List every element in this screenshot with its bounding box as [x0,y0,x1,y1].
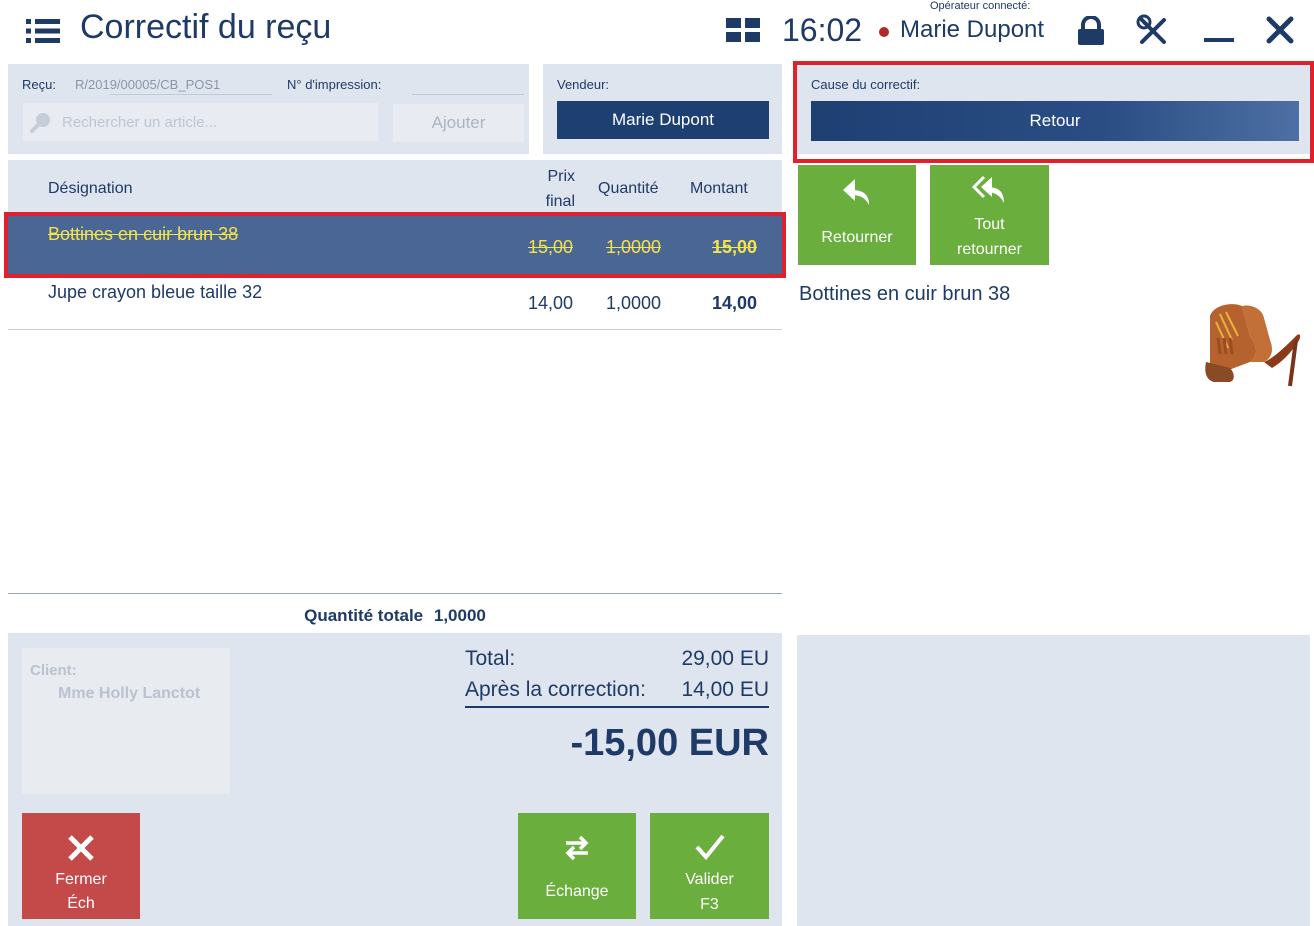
status-dot [879,27,889,37]
total-value: 29,00 EU [681,647,769,670]
after-correction-value: 14,00 EU [681,678,769,701]
close-button-label-2: Éch [67,895,95,912]
client-name: Mme Holly Lanctot [58,685,201,702]
return-icon [843,179,869,205]
exchange-button[interactable]: Échange [518,813,636,919]
return-button[interactable]: Retourner [798,165,916,265]
client-label: Client: [30,662,77,679]
menu-icon[interactable] [26,18,60,44]
selection-highlight [4,212,786,278]
lock-icon[interactable] [1074,16,1108,46]
clock: 16:02 [782,12,863,48]
close-exchange-button[interactable]: Fermer Éch [22,813,140,919]
check-icon [695,834,725,861]
receipt-label: Reçu: [22,77,56,92]
selected-item-name: Bottines en cuir brun 38 [799,283,1011,305]
exchange-button-label: Échange [545,883,609,900]
operator-name[interactable]: Marie Dupont [900,16,1044,44]
totals-divider [465,706,769,708]
page-title: Correctif du reçu [80,8,332,46]
receipt-underline [110,94,272,95]
tiles-icon[interactable] [726,18,760,42]
validate-button-label-2: F3 [700,896,719,913]
search-icon [30,113,50,133]
validate-button-label-1: Valider [685,871,734,888]
close-button-label-1: Fermer [55,871,107,888]
divider [8,593,782,594]
return-all-icon [972,175,1004,203]
return-button-label: Retourner [821,229,893,246]
print-number-underline [412,94,524,95]
close-icon[interactable] [1264,14,1296,46]
column-price-line2: final [545,193,575,210]
column-designation: Désignation [48,180,133,197]
row-designation: Jupe crayon bleue taille 32 [48,282,263,302]
column-amount: Montant [690,180,748,197]
row-price: 14,00 [527,293,573,313]
column-price-line1: Prix [547,168,575,185]
product-image [1205,304,1301,387]
print-number-label: N° d'impression: [287,77,382,92]
minimize-icon[interactable] [1202,14,1236,46]
seller-button[interactable]: Marie Dupont [557,101,769,139]
total-quantity-value: 1,0000 [433,606,486,625]
cause-highlight [793,61,1314,163]
total-label: Total: [465,647,516,670]
difference-amount: -15,00 EUR [570,722,769,764]
exchange-icon [565,835,589,861]
validate-button[interactable]: Valider F3 [650,813,769,919]
right-bottom-panel [797,635,1310,926]
add-button[interactable]: Ajouter [393,104,524,142]
row-amount: 14,00 [711,293,757,313]
close-icon [68,835,94,861]
return-all-label-2: retourner [957,241,1022,258]
seller-label: Vendeur: [557,77,610,92]
column-quantity: Quantité [598,180,659,197]
return-all-label-1: Tout [974,216,1005,233]
return-all-button[interactable]: Tout retourner [930,165,1049,265]
total-quantity: Quantité totale 1,0000 [8,596,782,632]
total-quantity-label: Quantité totale [304,606,424,625]
row-quantity: 1,0000 [605,293,661,313]
after-correction-label: Après la correction: [465,678,646,701]
table-body [8,330,782,593]
tools-icon[interactable] [1136,14,1170,46]
operator-label: Opérateur connecté: [930,0,1031,12]
receipt-number: R/2019/00005/CB_POS1 [75,77,221,92]
search-placeholder: Rechercher un article... [62,114,218,131]
